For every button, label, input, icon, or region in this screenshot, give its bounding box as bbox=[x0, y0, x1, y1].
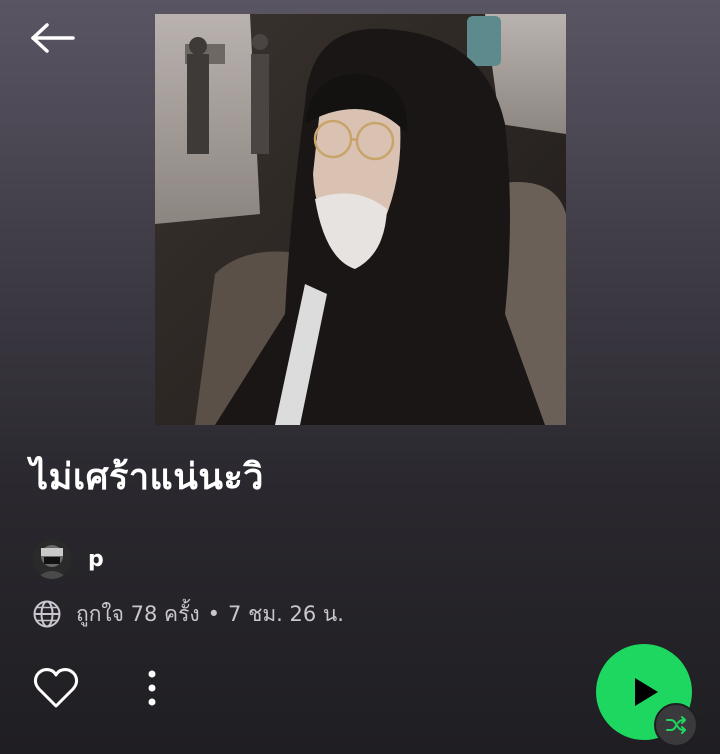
playlist-owner[interactable]: p bbox=[32, 538, 104, 580]
more-options-button[interactable] bbox=[132, 664, 172, 712]
more-vertical-icon bbox=[148, 670, 156, 706]
shuffle-button[interactable] bbox=[654, 703, 698, 747]
play-icon bbox=[635, 678, 658, 706]
playlist-meta: ถูกใจ 78 ครั้ง • 7 ชม. 26 น. bbox=[32, 598, 344, 630]
back-button[interactable] bbox=[26, 18, 78, 58]
likes-count: ถูกใจ 78 ครั้ง bbox=[76, 601, 200, 626]
meta-separator: • bbox=[207, 602, 221, 626]
like-button[interactable] bbox=[30, 664, 82, 712]
heart-outline-icon bbox=[33, 668, 79, 708]
globe-icon bbox=[33, 600, 61, 628]
playlist-title: ไม่เศร้าแน่นะวิ bbox=[30, 457, 265, 498]
owner-avatar bbox=[32, 539, 72, 579]
playlist-cover-image bbox=[155, 14, 566, 425]
total-duration: 7 ชม. 26 น. bbox=[228, 601, 344, 626]
owner-name: p bbox=[88, 546, 104, 572]
arrow-left-icon bbox=[31, 23, 75, 53]
shuffle-icon bbox=[666, 716, 686, 734]
